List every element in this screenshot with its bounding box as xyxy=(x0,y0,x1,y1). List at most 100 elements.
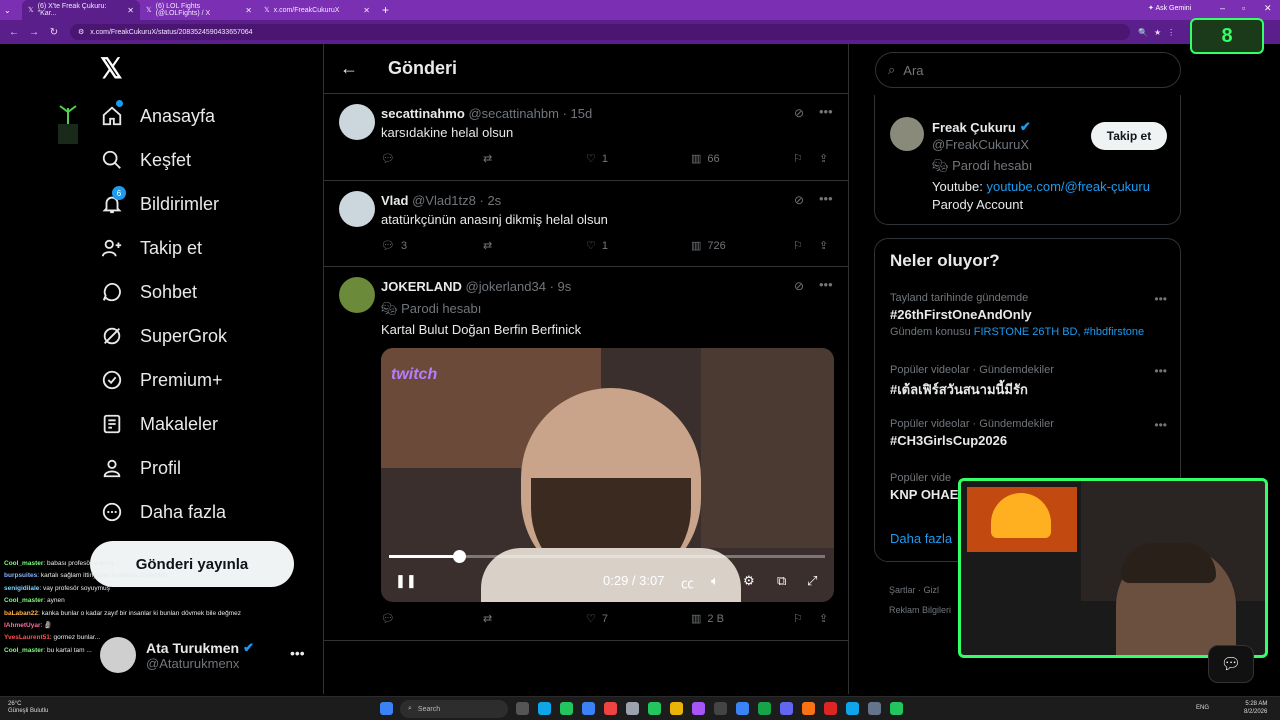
more-dots-icon[interactable]: ••• xyxy=(1154,292,1167,306)
follow-button[interactable]: Takip et xyxy=(1091,122,1167,150)
grok-icon[interactable]: ⊘ xyxy=(794,106,804,120)
share-button[interactable]: ⇪ xyxy=(819,612,828,625)
language-indicator[interactable]: ENG xyxy=(1196,705,1209,711)
spotify-icon[interactable] xyxy=(648,702,661,715)
browser-tab-3[interactable]: 𝕏 x.com/FreakCukuruX ✕ xyxy=(258,0,376,20)
like-button[interactable]: ♡ 1 xyxy=(586,152,608,166)
author-name[interactable]: secattinahmo xyxy=(381,106,465,121)
nav-premium[interactable]: Premium+ xyxy=(100,368,223,392)
video-player[interactable]: twitch ❚❚ 0:29 / 3:07 ㏄ 🔈︎ ⚙ ⧉ ⤢ xyxy=(381,348,834,602)
nav-more[interactable]: Daha fazla xyxy=(100,500,226,524)
fullscreen-icon[interactable]: ⤢ xyxy=(807,573,817,589)
views-button[interactable]: ▥ 2 B xyxy=(691,612,724,626)
views-button[interactable]: ▥ 66 xyxy=(691,152,720,166)
chat-bubble-icon[interactable]: 💬︎ xyxy=(1208,645,1254,683)
minimize-icon[interactable]: – xyxy=(1220,3,1225,13)
search-field[interactable]: ⌕ Ara xyxy=(875,52,1181,88)
author-name[interactable]: Vlad xyxy=(381,193,408,208)
nav-chat[interactable]: Sohbet xyxy=(100,280,197,304)
steam-icon[interactable] xyxy=(868,702,881,715)
nav-supergrok[interactable]: SuperGrok xyxy=(100,324,227,348)
browser-tab-1[interactable]: 𝕏 (6) X'te Freak Çukuru: "Kar... ✕ xyxy=(22,0,140,20)
trend-item[interactable]: Popüler videolar · Gündemdekiler #เต้ลเฟ… xyxy=(890,364,1175,400)
nav-notifications[interactable]: 6 Bildirimler xyxy=(100,186,219,216)
volume-icon[interactable]: 🔈︎ xyxy=(711,573,719,589)
terminal-icon[interactable] xyxy=(714,702,727,715)
vscode-icon[interactable] xyxy=(736,702,749,715)
tab-list-icon[interactable]: ⌄ xyxy=(4,6,22,15)
like-button[interactable]: ♡ 1 xyxy=(586,239,608,253)
trend-item[interactable]: Tayland tarihinde gündemde #26thFirstOne… xyxy=(890,292,1175,338)
more-dots-icon[interactable]: ••• xyxy=(819,104,833,119)
close-tab-icon[interactable]: ✕ xyxy=(245,6,252,15)
file-explorer-icon[interactable] xyxy=(670,702,683,715)
bookmark-button[interactable]: ⚐ xyxy=(793,612,803,625)
app-icon[interactable] xyxy=(692,702,705,715)
reply-button[interactable]: 💬︎ xyxy=(381,152,401,165)
app-icon[interactable] xyxy=(846,702,859,715)
close-tab-icon[interactable]: ✕ xyxy=(363,6,370,15)
reply-button[interactable]: 💬︎ xyxy=(381,612,401,625)
chrome-icon[interactable] xyxy=(604,702,617,715)
toolbar-icons[interactable]: 🔍★⋮ xyxy=(1138,28,1181,37)
site-info-icon[interactable]: ⚙ xyxy=(78,28,84,36)
bio-link[interactable]: youtube.com/@freak-çukuru xyxy=(986,179,1150,194)
show-more-link[interactable]: Daha fazla xyxy=(890,531,952,546)
chrome-icon[interactable] xyxy=(824,702,837,715)
views-button[interactable]: ▥ 726 xyxy=(691,239,726,253)
repost-button[interactable]: ⇄ xyxy=(483,152,498,165)
more-dots-icon[interactable]: ••• xyxy=(1154,364,1167,378)
weather-widget[interactable]: 26°C Güneşli Bulutlu xyxy=(8,701,48,715)
windows-start-icon[interactable] xyxy=(380,702,393,715)
footer-line[interactable]: Reklam Bilgileri xyxy=(889,600,951,620)
taskbar-search[interactable]: ⌕ Search xyxy=(400,700,508,718)
reload-icon[interactable]: ↻ xyxy=(48,27,60,38)
tweet-time[interactable]: 9s xyxy=(558,279,572,294)
repost-button[interactable]: ⇄ xyxy=(483,239,498,252)
app-icon[interactable] xyxy=(626,702,639,715)
more-dots-icon[interactable]: ••• xyxy=(1154,418,1167,432)
profile-name[interactable]: Freak Çukuru xyxy=(932,120,1016,135)
tweet-time[interactable]: 15d xyxy=(571,106,593,121)
nav-profile[interactable]: Profil xyxy=(100,456,181,480)
app-icon[interactable] xyxy=(890,702,903,715)
close-tab-icon[interactable]: ✕ xyxy=(127,6,134,15)
settings-gear-icon[interactable]: ⚙ xyxy=(743,573,755,589)
more-dots-icon[interactable]: ••• xyxy=(819,191,833,206)
app-icon[interactable] xyxy=(802,702,815,715)
grok-icon[interactable]: ⊘ xyxy=(794,279,804,293)
grok-icon[interactable]: ⊘ xyxy=(794,193,804,207)
nav-follow[interactable]: Takip et xyxy=(100,236,202,260)
nav-home[interactable]: Anasayfa xyxy=(100,100,215,128)
reply-button[interactable]: 💬︎ 3 xyxy=(381,239,407,253)
nav-articles[interactable]: Makaleler xyxy=(100,412,218,436)
bookmark-button[interactable]: ⚐ xyxy=(793,152,803,165)
app-icon[interactable] xyxy=(560,702,573,715)
tweet-time[interactable]: 2s xyxy=(487,193,501,208)
close-window-icon[interactable]: ✕ xyxy=(1264,3,1272,14)
back-arrow-icon[interactable]: ← xyxy=(340,58,364,79)
video-scrubber-handle[interactable] xyxy=(452,550,466,563)
reply-tweet[interactable]: Vlad @Vlad1tz8 · 2s atatürkçünün anasınj… xyxy=(324,181,849,267)
new-tab-icon[interactable]: + xyxy=(382,3,389,17)
x-logo-icon[interactable]: 𝕏 xyxy=(100,52,123,85)
footer-line[interactable]: Şartlar · Gizl xyxy=(889,580,951,600)
back-icon[interactable]: ← xyxy=(8,27,20,38)
url-field[interactable]: ⚙ x.com/FreakCukuruX/status/208352459043… xyxy=(70,24,1130,40)
trend-item[interactable]: Popüler videolar · Gündemdekiler #CH3Gir… xyxy=(890,418,1175,448)
maximize-icon[interactable]: ▫ xyxy=(1242,3,1245,13)
discord-icon[interactable] xyxy=(780,702,793,715)
repost-button[interactable]: ⇄ xyxy=(483,612,498,625)
share-button[interactable]: ⇪ xyxy=(819,152,828,165)
author-name[interactable]: JOKERLAND xyxy=(381,279,462,294)
reply-tweet[interactable]: secattinahmo @secattinahbm · 15d karsıda… xyxy=(324,94,849,181)
pause-icon[interactable]: ❚❚ xyxy=(395,573,417,589)
avatar[interactable] xyxy=(890,117,924,151)
app-icon[interactable] xyxy=(758,702,771,715)
edge-icon[interactable] xyxy=(538,702,551,715)
share-button[interactable]: ⇪ xyxy=(819,239,828,252)
reply-tweet[interactable]: JOKERLAND @jokerland34 · 9s 🎭︎ Parodi he… xyxy=(324,267,849,641)
mail-icon[interactable] xyxy=(582,702,595,715)
like-button[interactable]: ♡ 7 xyxy=(586,612,608,626)
task-view-icon[interactable] xyxy=(516,702,529,715)
